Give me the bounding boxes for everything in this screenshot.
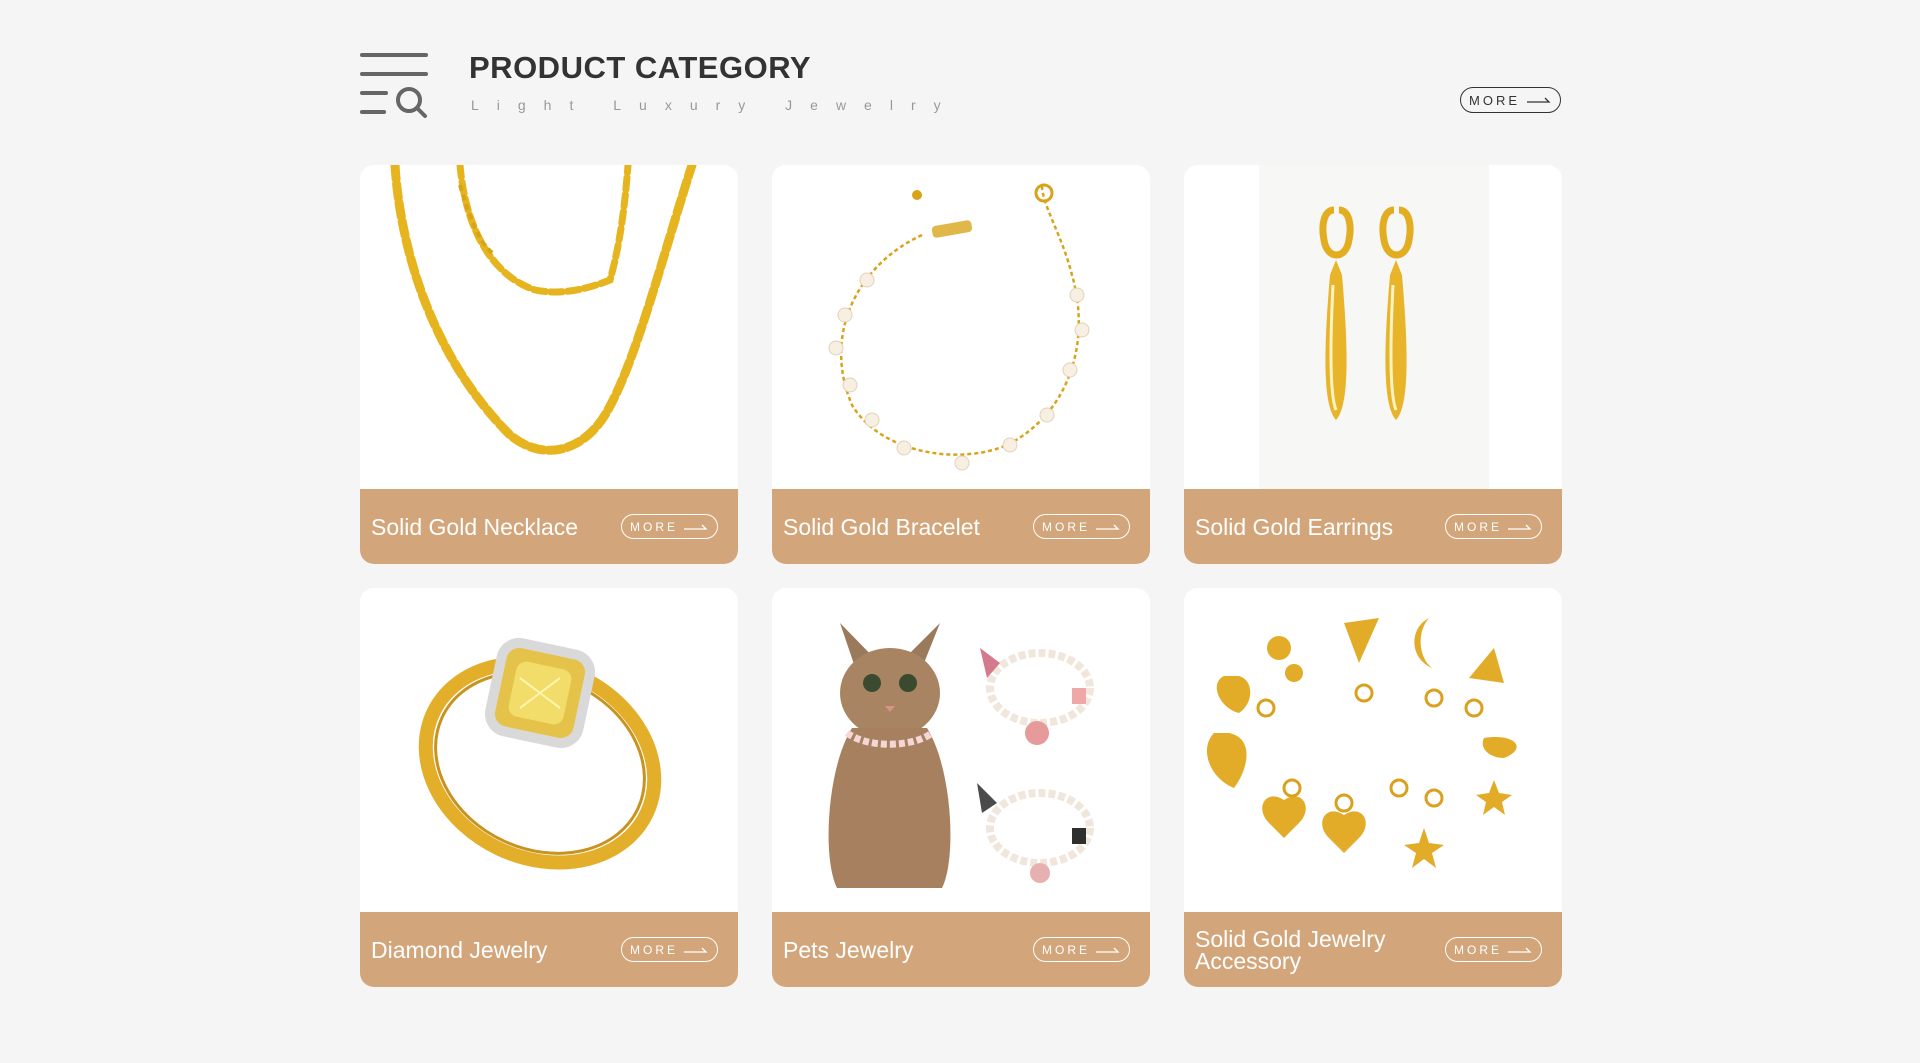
more-label: MORE — [630, 519, 678, 534]
arrow-right-icon — [684, 947, 708, 953]
bracelet-image — [772, 165, 1150, 489]
arrow-right-icon — [1527, 97, 1551, 103]
product-card-bracelet[interactable]: Solid Gold Bracelet MORE — [772, 165, 1150, 564]
card-more-button[interactable]: MORE — [621, 514, 718, 539]
section-header: PRODUCT CATEGORY Light Luxury Jewelry MO… — [360, 50, 1561, 130]
card-more-button[interactable]: MORE — [1033, 937, 1130, 962]
diamond-ring-image — [360, 588, 738, 912]
arrow-right-icon — [1508, 947, 1532, 953]
pets-jewelry-image — [772, 588, 1150, 912]
product-card-necklace[interactable]: Solid Gold Necklace MORE — [360, 165, 738, 564]
product-category-page: PRODUCT CATEGORY Light Luxury Jewelry MO… — [0, 0, 1920, 1063]
arrow-right-icon — [1508, 524, 1532, 530]
gold-charms-image — [1184, 588, 1562, 912]
card-title-bar: Solid Gold Earrings MORE — [1184, 489, 1562, 564]
page-title: PRODUCT CATEGORY — [469, 50, 812, 85]
more-label: MORE — [1454, 519, 1502, 534]
card-more-button[interactable]: MORE — [1445, 514, 1542, 539]
arrow-right-icon — [1096, 947, 1120, 953]
card-title: Solid Gold Earrings — [1195, 513, 1394, 540]
arrow-right-icon — [1096, 524, 1120, 530]
category-search-icon — [360, 53, 428, 118]
necklace-image — [360, 165, 738, 489]
more-button[interactable]: MORE — [1460, 87, 1561, 113]
card-title-bar: Pets Jewelry MORE — [772, 912, 1150, 987]
card-more-button[interactable]: MORE — [1033, 514, 1130, 539]
product-card-earrings[interactable]: Solid Gold Earrings MORE — [1184, 165, 1562, 564]
card-title-bar: Diamond Jewelry MORE — [360, 912, 738, 987]
card-more-button[interactable]: MORE — [621, 937, 718, 962]
card-title-bar: Solid Gold Necklace MORE — [360, 489, 738, 564]
more-label: MORE — [630, 942, 678, 957]
more-label: MORE — [1454, 942, 1502, 957]
card-title: Diamond Jewelry — [371, 936, 548, 963]
product-card-diamond[interactable]: Diamond Jewelry MORE — [360, 588, 738, 987]
product-card-accessory[interactable]: Solid Gold Jewelry Accessory MORE — [1184, 588, 1562, 987]
card-title: Solid Gold Jewelry Accessory — [1195, 925, 1386, 974]
product-card-pets[interactable]: Pets Jewelry MORE — [772, 588, 1150, 987]
card-title: Solid Gold Bracelet — [783, 513, 980, 540]
earrings-image — [1184, 165, 1562, 489]
card-more-button[interactable]: MORE — [1445, 937, 1542, 962]
card-title-bar: Solid Gold Bracelet MORE — [772, 489, 1150, 564]
arrow-right-icon — [684, 524, 708, 530]
card-title: Pets Jewelry — [783, 936, 914, 963]
page-subtitle: Light Luxury Jewelry — [471, 97, 959, 113]
more-label: MORE — [1042, 519, 1090, 534]
more-label: MORE — [1042, 942, 1090, 957]
product-grid: Solid Gold Necklace MORE Solid Gold Brac… — [360, 165, 1562, 987]
card-title: Solid Gold Necklace — [371, 513, 579, 540]
more-label: MORE — [1469, 92, 1520, 108]
card-title-bar: Solid Gold Jewelry Accessory MORE — [1184, 912, 1562, 987]
